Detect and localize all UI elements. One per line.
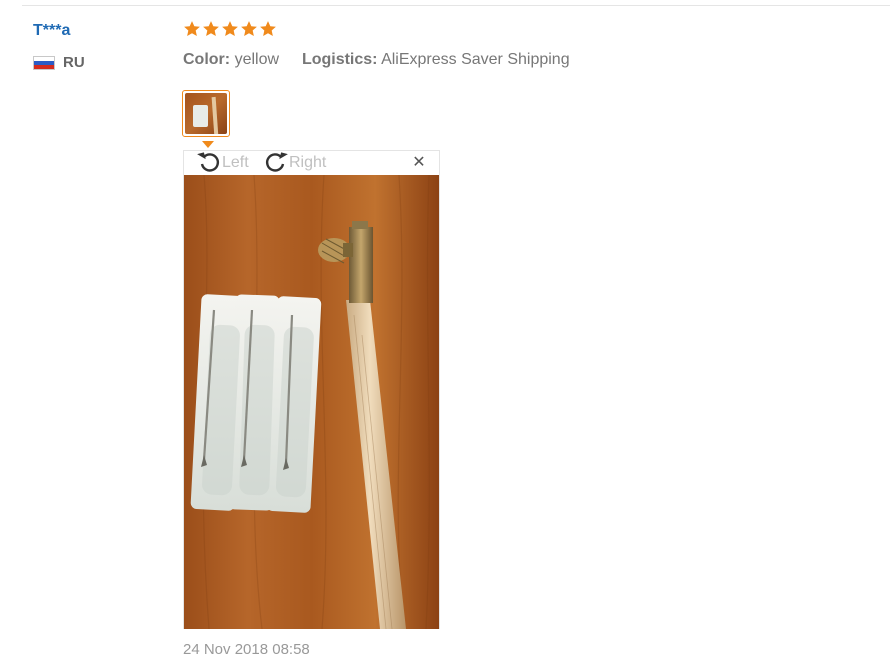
close-icon: ✕ [412,154,426,171]
close-button[interactable]: ✕ [411,155,427,171]
star-icon [241,21,257,37]
rotate-right-icon [263,149,289,178]
review-content: Color: yellow Logistics: AliExpress Save… [183,20,883,70]
rotate-left-label: Left [222,154,249,171]
thumbnail-caret-icon [202,141,214,148]
photo-viewer: Left Right ✕ [183,150,440,629]
reviewer-name: T***a [33,22,71,39]
logistics-label: Logistics: [301,51,378,68]
color-value: yellow [234,51,280,68]
star-icon [184,21,200,37]
review-photo-thumbnail[interactable] [182,90,230,137]
star-rating [183,20,883,42]
star-icon [203,21,219,37]
rotate-right-button[interactable]: Right [263,151,326,175]
rotate-right-label: Right [289,154,327,171]
reviewer-info: T***a RU [33,21,85,71]
russia-flag-icon [33,55,55,70]
photo-viewer-toolbar: Left Right ✕ [184,151,439,175]
color-label: Color: [183,51,231,68]
reviewer-country: RU [33,54,85,71]
star-icon [222,21,238,37]
top-divider [22,5,890,6]
star-icon [260,21,276,37]
review-date: 24 Nov 2018 08:58 [183,641,310,658]
review-meta: Color: yellow Logistics: AliExpress Save… [183,50,883,70]
country-code: RU [63,54,85,71]
rotate-left-icon [196,149,222,178]
review-photo [184,175,439,629]
rotate-left-button[interactable]: Left [196,151,249,175]
logistics-value: AliExpress Saver Shipping [381,51,570,68]
